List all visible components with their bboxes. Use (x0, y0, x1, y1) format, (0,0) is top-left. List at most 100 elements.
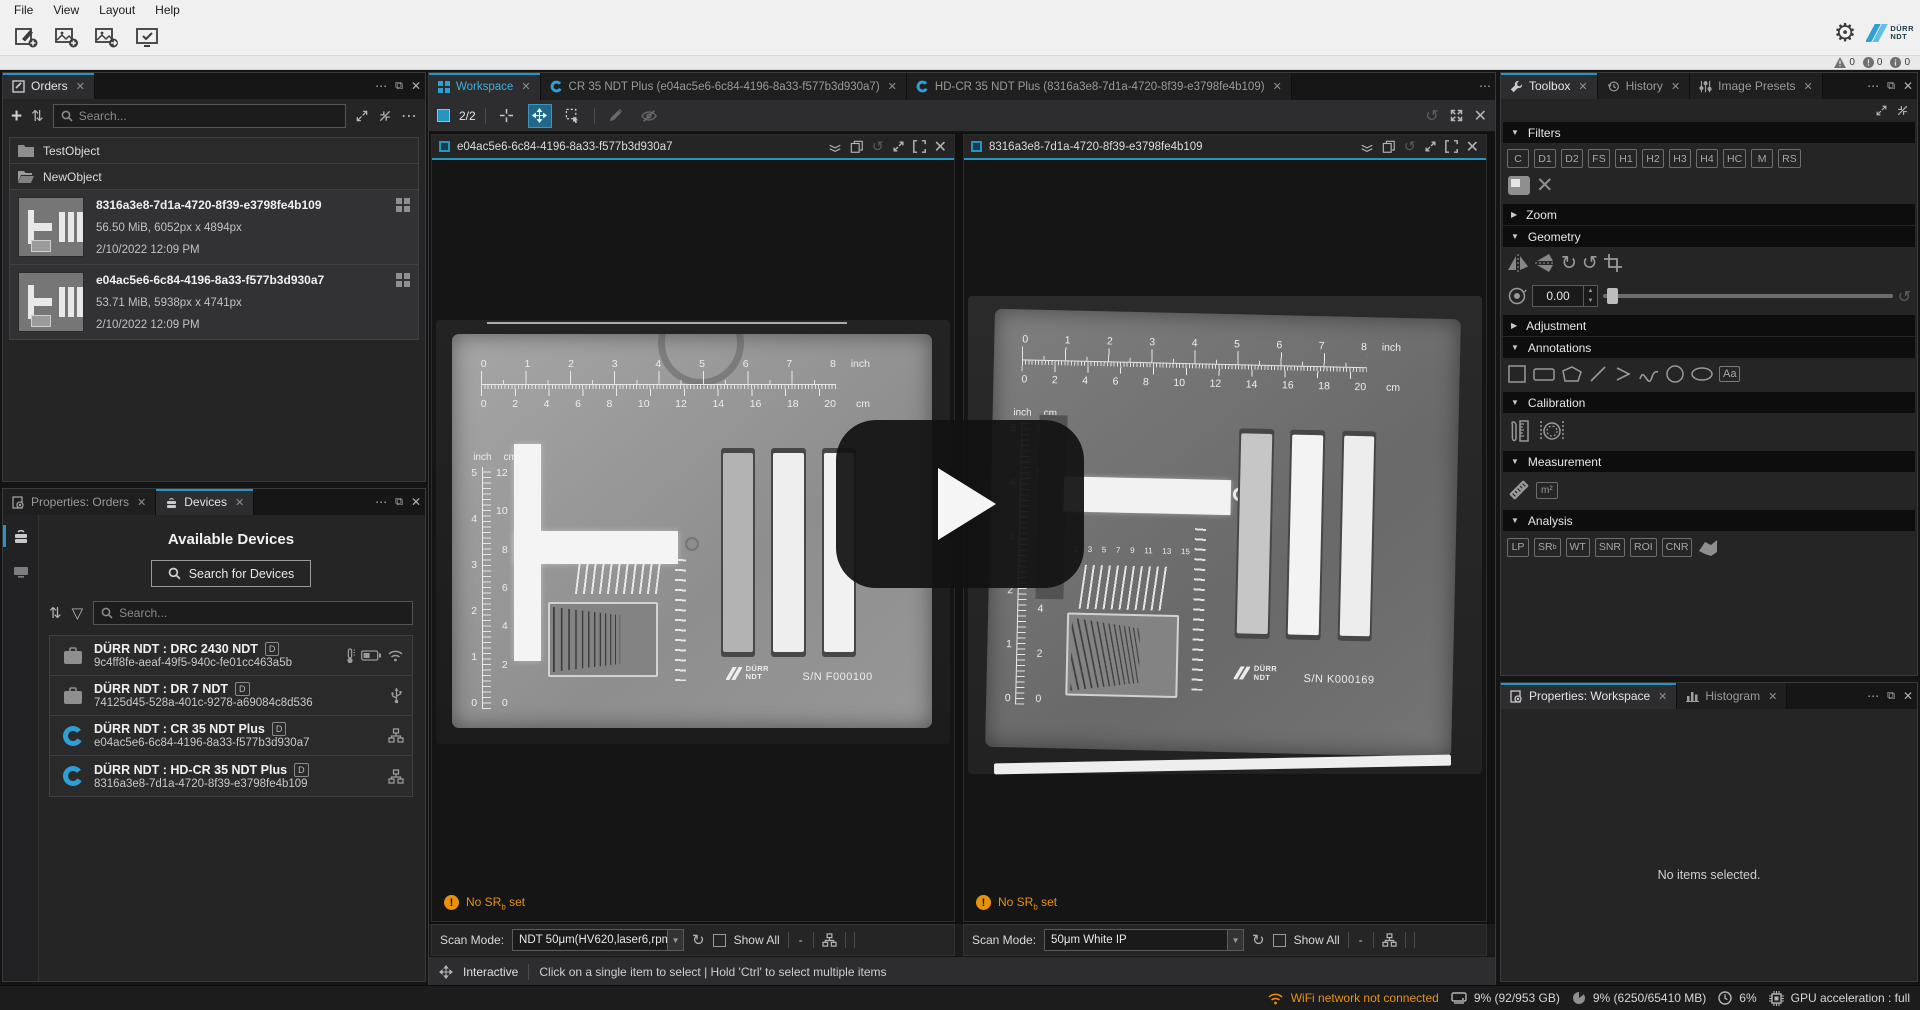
free-rotate-icon[interactable] (1507, 286, 1527, 306)
move-tool[interactable] (528, 104, 552, 128)
spin-down-icon[interactable]: ▼ (1584, 296, 1597, 306)
monitor-check-button[interactable] (132, 23, 162, 51)
filter-button[interactable]: D1 (1534, 149, 1556, 168)
devices-search[interactable] (93, 601, 413, 625)
rectangle-annotation-icon[interactable] (1532, 364, 1556, 384)
expand-all-icon[interactable] (1875, 104, 1888, 117)
rotate-cw-icon[interactable]: ↻ (1561, 254, 1577, 273)
close-workspace-icon[interactable]: ✕ (1474, 106, 1487, 126)
filter-button[interactable]: H4 (1696, 149, 1718, 168)
close-panel-icon[interactable]: ✕ (411, 79, 421, 93)
flip-vertical-icon[interactable] (1534, 253, 1556, 273)
flip-horizontal-icon[interactable] (1507, 253, 1529, 273)
menu-item[interactable]: View (45, 1, 87, 19)
scan-mode-select[interactable]: 50μm White IP▼ (1044, 929, 1244, 951)
warning-counter[interactable]: 0 (1834, 57, 1855, 68)
filter-button[interactable]: RS (1778, 149, 1801, 168)
frames-icon[interactable] (1382, 140, 1396, 154)
text-annotation-icon[interactable]: Aa (1719, 366, 1740, 382)
slider-handle[interactable] (1607, 288, 1618, 304)
crosshair-tool[interactable] (495, 104, 519, 128)
collection-grid-icon[interactable] (396, 273, 410, 287)
filter-icon[interactable]: ▽ (72, 606, 84, 621)
tab-devices[interactable]: Devices✕ (156, 489, 254, 515)
popout-icon[interactable]: ⧉ (395, 80, 403, 93)
section-annotations[interactable]: ▼Annotations (1503, 337, 1915, 358)
hide-annotations-tool[interactable] (637, 104, 661, 128)
add-order-icon[interactable]: + (11, 107, 22, 126)
viewer-select-icon[interactable] (439, 141, 450, 152)
crop-icon[interactable] (1603, 253, 1623, 273)
line-annotation-icon[interactable] (1588, 364, 1608, 384)
section-measurement[interactable]: ▼Measurement (1503, 451, 1915, 472)
analysis-button[interactable]: SNR (1595, 538, 1625, 557)
orders-search-input[interactable] (79, 109, 338, 123)
analysis-button[interactable]: ROI (1630, 538, 1657, 557)
layers-icon[interactable] (828, 140, 842, 154)
maximize-icon[interactable] (1424, 140, 1437, 153)
more-options-icon[interactable]: ⋯ (401, 106, 417, 126)
tab-orders[interactable]: Orders✕ (3, 73, 95, 99)
sort-icon[interactable]: ⇅ (31, 109, 44, 124)
menu-item[interactable]: Layout (91, 1, 143, 19)
close-icon[interactable]: ✕ (521, 80, 530, 93)
reset-rotation-icon[interactable]: ↺ (1898, 287, 1911, 306)
expand-all-icon[interactable] (355, 109, 369, 123)
close-icon[interactable]: ✕ (137, 496, 146, 509)
filter-button[interactable]: D2 (1561, 149, 1583, 168)
layers-icon[interactable] (1360, 140, 1374, 154)
close-icon[interactable]: ✕ (1658, 690, 1667, 703)
close-panel-icon[interactable]: ✕ (1903, 689, 1913, 703)
clear-filter-icon[interactable]: ✕ (1536, 175, 1554, 196)
rotate-ccw-icon[interactable]: ↺ (1582, 254, 1598, 273)
settings-gear-icon[interactable]: ⚙ (1834, 20, 1856, 45)
order-item[interactable]: 8316a3e8-7d1a-4720-8f39-e3798fe4b109 56.… (10, 190, 418, 265)
ellipse-annotation-icon[interactable] (1690, 364, 1714, 384)
close-panel-icon[interactable]: ✕ (1903, 79, 1913, 93)
spin-up-icon[interactable]: ▲ (1584, 286, 1597, 296)
maximize-icon[interactable] (892, 140, 905, 153)
close-icon[interactable]: ✕ (1578, 80, 1587, 93)
section-zoom[interactable]: ▶Zoom (1503, 204, 1915, 225)
fit-view-icon[interactable] (1445, 140, 1458, 153)
order-item[interactable]: e04ac5e6-6c84-4196-8a33-f577b3d930a7 53.… (10, 265, 418, 339)
network-icon[interactable] (822, 933, 837, 947)
tab-properties-workspace[interactable]: Properties: Workspace✕ (1501, 683, 1677, 709)
section-filters[interactable]: ▼Filters (1503, 122, 1915, 143)
polyline-annotation-icon[interactable] (1613, 364, 1633, 384)
section-analysis[interactable]: ▼Analysis (1503, 510, 1915, 531)
filter-button[interactable]: H3 (1669, 149, 1691, 168)
close-icon[interactable]: ✕ (1273, 80, 1282, 93)
frames-icon[interactable] (850, 140, 864, 154)
analysis-button[interactable]: CNR (1662, 538, 1693, 557)
analysis-button[interactable]: LP (1507, 538, 1529, 557)
minus-label[interactable]: - (797, 933, 805, 947)
new-order-button[interactable] (12, 23, 42, 51)
length-calibration-icon[interactable] (1507, 419, 1533, 443)
close-viewer-icon[interactable]: ✕ (934, 137, 947, 157)
tab-workspace[interactable]: Workspace✕ (429, 73, 541, 100)
rail-scanners-icon[interactable] (6, 523, 36, 549)
more-options-icon[interactable]: ⋯ (1867, 79, 1879, 93)
section-adjustment[interactable]: ▶Adjustment (1503, 315, 1915, 336)
collapse-all-icon[interactable] (378, 109, 392, 123)
refresh-icon[interactable]: ↻ (1252, 931, 1265, 949)
section-calibration[interactable]: ▼Calibration (1503, 392, 1915, 413)
tab-toolbox[interactable]: Toolbox✕ (1501, 73, 1598, 99)
search-for-devices-button[interactable]: Search for Devices (151, 560, 312, 587)
filter-preset-icon[interactable] (1507, 175, 1531, 196)
tab-properties-orders[interactable]: Properties: Orders✕ (3, 489, 156, 515)
filter-button[interactable]: FS (1588, 149, 1610, 168)
popout-icon[interactable]: ⧉ (1887, 690, 1895, 703)
popout-icon[interactable]: ⧉ (395, 496, 403, 509)
tab-histogram[interactable]: Histogram✕ (1677, 683, 1787, 709)
more-options-icon[interactable]: ⋯ (375, 79, 387, 93)
filter-button[interactable]: H1 (1615, 149, 1637, 168)
close-icon[interactable]: ✕ (76, 80, 85, 93)
minus-label[interactable]: - (1357, 933, 1365, 947)
more-options-icon[interactable]: ⋯ (1867, 689, 1879, 703)
sort-icon[interactable]: ⇅ (49, 606, 62, 621)
show-all-checkbox[interactable] (713, 934, 726, 947)
filter-button[interactable]: H2 (1642, 149, 1664, 168)
analysis-button[interactable]: SRb (1534, 538, 1561, 557)
